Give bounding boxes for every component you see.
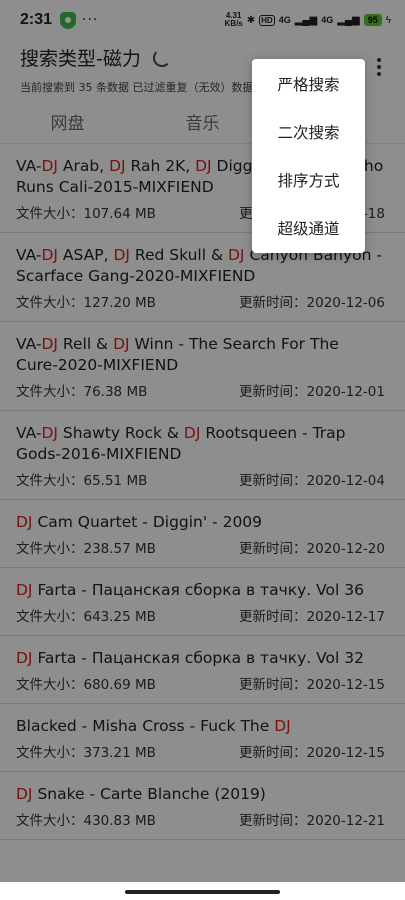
menu-item-super-channel[interactable]: 超级通道 bbox=[252, 204, 365, 252]
popup-menu: 严格搜索 二次搜索 排序方式 超级通道 bbox=[252, 59, 365, 253]
menu-item-sort[interactable]: 排序方式 bbox=[252, 156, 365, 204]
menu-item-secondary-search[interactable]: 二次搜索 bbox=[252, 108, 365, 156]
home-indicator[interactable] bbox=[125, 890, 280, 894]
menu-item-strict-search[interactable]: 严格搜索 bbox=[252, 60, 365, 108]
